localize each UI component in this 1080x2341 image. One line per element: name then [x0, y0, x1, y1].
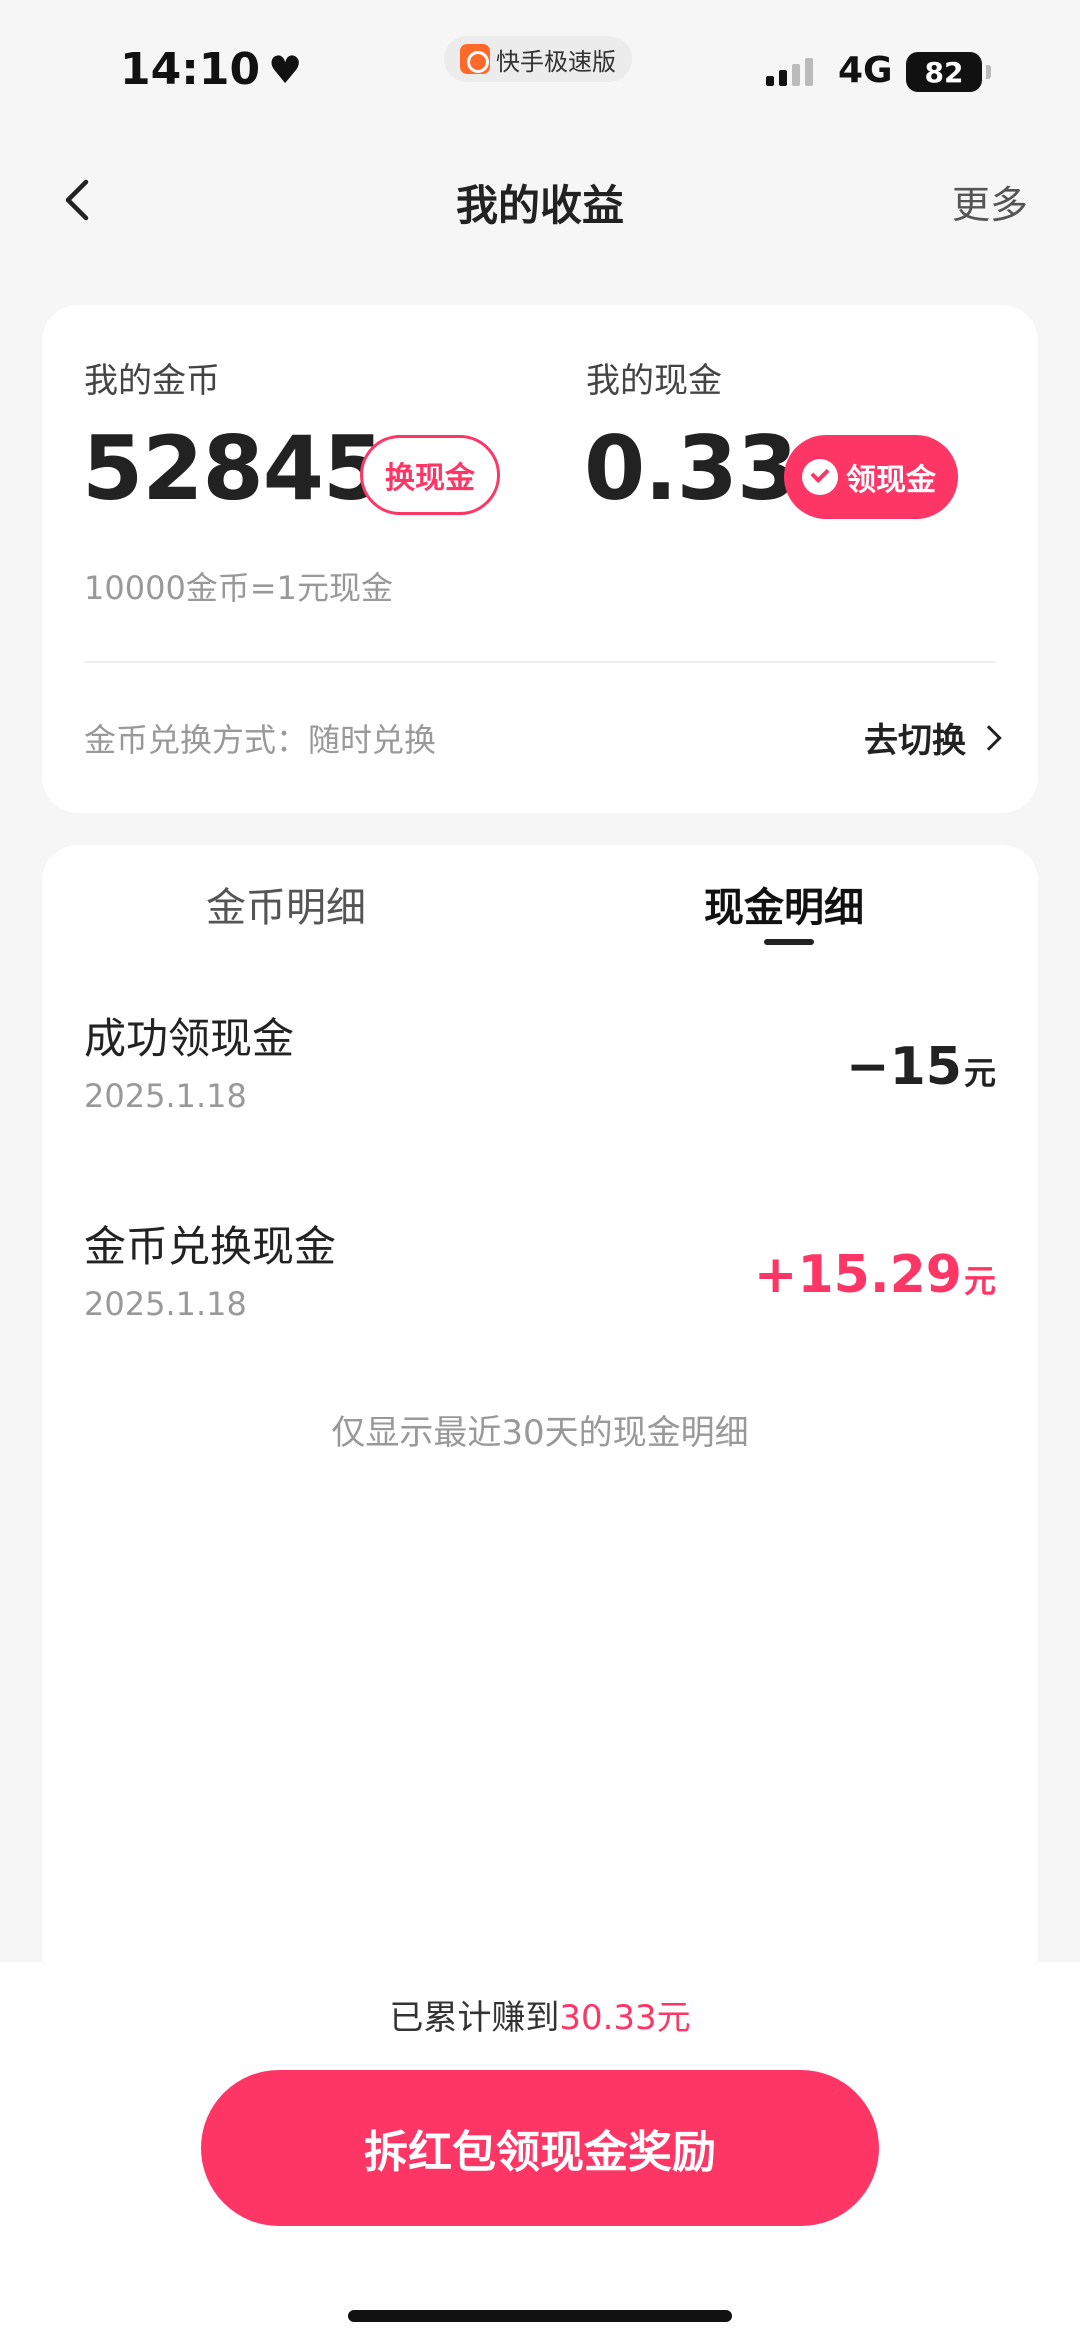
nav-bar: 我的收益 更多 — [0, 150, 1080, 250]
open-red-packet-button[interactable]: 拆红包领现金奖励 — [201, 2070, 879, 2226]
history-footnote: 仅显示最近30天的现金明细 — [331, 1413, 749, 1453]
exchange-cash-button[interactable]: 换现金 — [360, 435, 500, 515]
amount-unit: 元 — [963, 1054, 996, 1092]
amount-value: +15.29 — [753, 1245, 962, 1305]
details-card: 金币明细 现金明细 成功领现金 2025.1.18 −15 元 金币兑换现金 2… — [42, 845, 1038, 2045]
divider — [84, 661, 996, 663]
list-item: 金币兑换现金 2025.1.18 +15.29 元 — [84, 1213, 996, 1333]
tab-coin-details[interactable]: 金币明细 — [206, 875, 366, 933]
network-type: 4G — [838, 50, 893, 91]
switch-label: 去切换 — [864, 721, 966, 761]
coins-label: 我的金币 — [84, 361, 220, 401]
record-amount: −15 元 — [846, 1037, 996, 1097]
status-time: 14:10 ♥ — [120, 44, 302, 95]
app-badge[interactable]: 快手极速版 — [444, 36, 632, 82]
battery-level: 82 — [924, 55, 964, 89]
home-indicator[interactable] — [348, 2310, 732, 2322]
coins-value: 52845 — [82, 417, 384, 520]
battery-icon: 82 — [906, 52, 991, 92]
signal-icon — [766, 58, 813, 86]
time-text: 14:10 — [120, 44, 261, 95]
page-title: 我的收益 — [455, 181, 624, 230]
record-title: 金币兑换现金 — [84, 1222, 337, 1271]
balance-card: 我的金币 52845 换现金 我的现金 0.33 领现金 10000金币=1元现… — [42, 305, 1038, 813]
kuaishou-logo-icon — [460, 44, 490, 74]
record-date: 2025.1.18 — [84, 1077, 247, 1115]
more-button[interactable]: 更多 — [952, 174, 1028, 229]
total-earned: 已累计赚到30.33元 — [0, 1990, 1080, 2039]
exchange-rate: 10000金币=1元现金 — [84, 569, 393, 607]
heart-icon: ♥ — [268, 47, 303, 92]
switch-method-link[interactable]: 去切换 — [864, 713, 1002, 762]
list-item: 成功领现金 2025.1.18 −15 元 — [84, 1005, 996, 1125]
active-tab-indicator — [764, 939, 814, 945]
record-amount: +15.29 元 — [754, 1245, 996, 1305]
amount-unit: 元 — [963, 1262, 996, 1300]
withdraw-label: 领现金 — [846, 463, 936, 498]
withdraw-cash-button[interactable]: 领现金 — [784, 435, 958, 519]
bottom-bar: 已累计赚到30.33元 拆红包领现金奖励 — [0, 1962, 1080, 2341]
record-date: 2025.1.18 — [84, 1285, 247, 1323]
earned-prefix: 已累计赚到 — [389, 1998, 560, 2038]
earned-amount: 30.33元 — [559, 1998, 691, 2038]
app-name: 快手极速版 — [496, 47, 616, 76]
tab-cash-details[interactable]: 现金明细 — [704, 875, 864, 933]
record-title: 成功领现金 — [84, 1014, 295, 1063]
exchange-method: 金币兑换方式：随时兑换 — [84, 721, 437, 759]
cash-value: 0.33 — [584, 417, 798, 520]
status-bar: 14:10 ♥ 快手极速版 4G 82 — [0, 0, 1080, 130]
chevron-right-icon — [976, 724, 1002, 751]
check-icon — [802, 459, 838, 495]
amount-value: −15 — [846, 1037, 962, 1097]
earnings-page: 14:10 ♥ 快手极速版 4G 82 我的收益 更多 我的金币 52845 换… — [0, 0, 1080, 2341]
cash-label: 我的现金 — [586, 361, 722, 401]
